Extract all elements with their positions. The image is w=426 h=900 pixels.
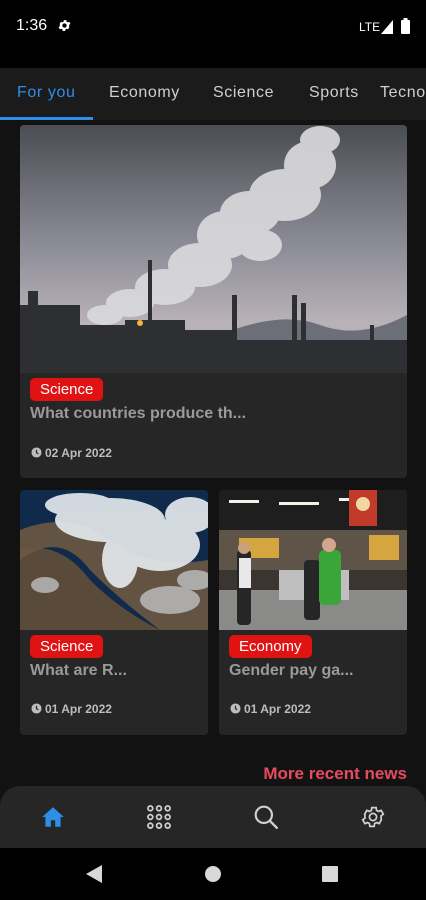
status-bar: 1:36 LTE <box>0 0 426 56</box>
home-button-icon[interactable] <box>205 866 221 882</box>
news-card[interactable]: Economy Gender pay ga... 01 Apr 2022 <box>219 490 407 735</box>
home-icon[interactable] <box>40 804 66 830</box>
search-icon[interactable] <box>253 804 279 830</box>
satellite-storm-photo <box>20 490 208 630</box>
network-type: LTE <box>359 20 381 34</box>
recents-icon[interactable] <box>322 866 338 882</box>
header-spacer <box>0 56 426 68</box>
more-recent-news-link[interactable]: More recent news <box>263 764 407 784</box>
categories-grid-icon[interactable] <box>146 804 172 830</box>
bottom-navigation <box>0 786 426 848</box>
settings-icon[interactable] <box>360 804 386 830</box>
tab-for-you[interactable]: For you <box>17 84 75 102</box>
category-badge: Science <box>30 378 104 401</box>
article-date: 01 Apr 2022 <box>45 702 112 716</box>
news-card[interactable]: Science What are R... 01 Apr 2022 <box>20 490 208 735</box>
category-badge: Economy <box>229 635 312 658</box>
tab-science[interactable]: Science <box>213 84 274 102</box>
article-title: What are R... <box>30 662 127 679</box>
status-time: 1:36 <box>16 17 48 34</box>
gear-icon <box>58 20 71 31</box>
signal-icon <box>381 20 393 34</box>
back-icon[interactable] <box>86 865 102 883</box>
article-date: 01 Apr 2022 <box>244 702 311 716</box>
clock-icon <box>31 703 42 714</box>
category-tabs[interactable]: For you Economy Science Sports Tecnology <box>0 68 426 120</box>
featured-news-card[interactable]: Science What countries produce th... 02 … <box>20 125 407 478</box>
tab-economy[interactable]: Economy <box>109 84 180 102</box>
tab-sports[interactable]: Sports <box>309 84 359 102</box>
tab-technology[interactable]: Tecnology <box>380 84 426 102</box>
news-feed[interactable]: Science What countries produce th... 02 … <box>0 120 426 786</box>
supermarket-photo <box>219 490 407 630</box>
article-title: Gender pay ga... <box>229 662 354 679</box>
clock-icon <box>31 447 42 458</box>
battery-icon <box>401 18 410 34</box>
category-badge: Science <box>30 635 104 658</box>
article-title: What countries produce th... <box>30 405 247 422</box>
article-date: 02 Apr 2022 <box>45 446 112 460</box>
system-navigation-bar <box>0 848 426 900</box>
clock-icon <box>230 703 241 714</box>
industrial-smoke-photo <box>20 125 407 373</box>
